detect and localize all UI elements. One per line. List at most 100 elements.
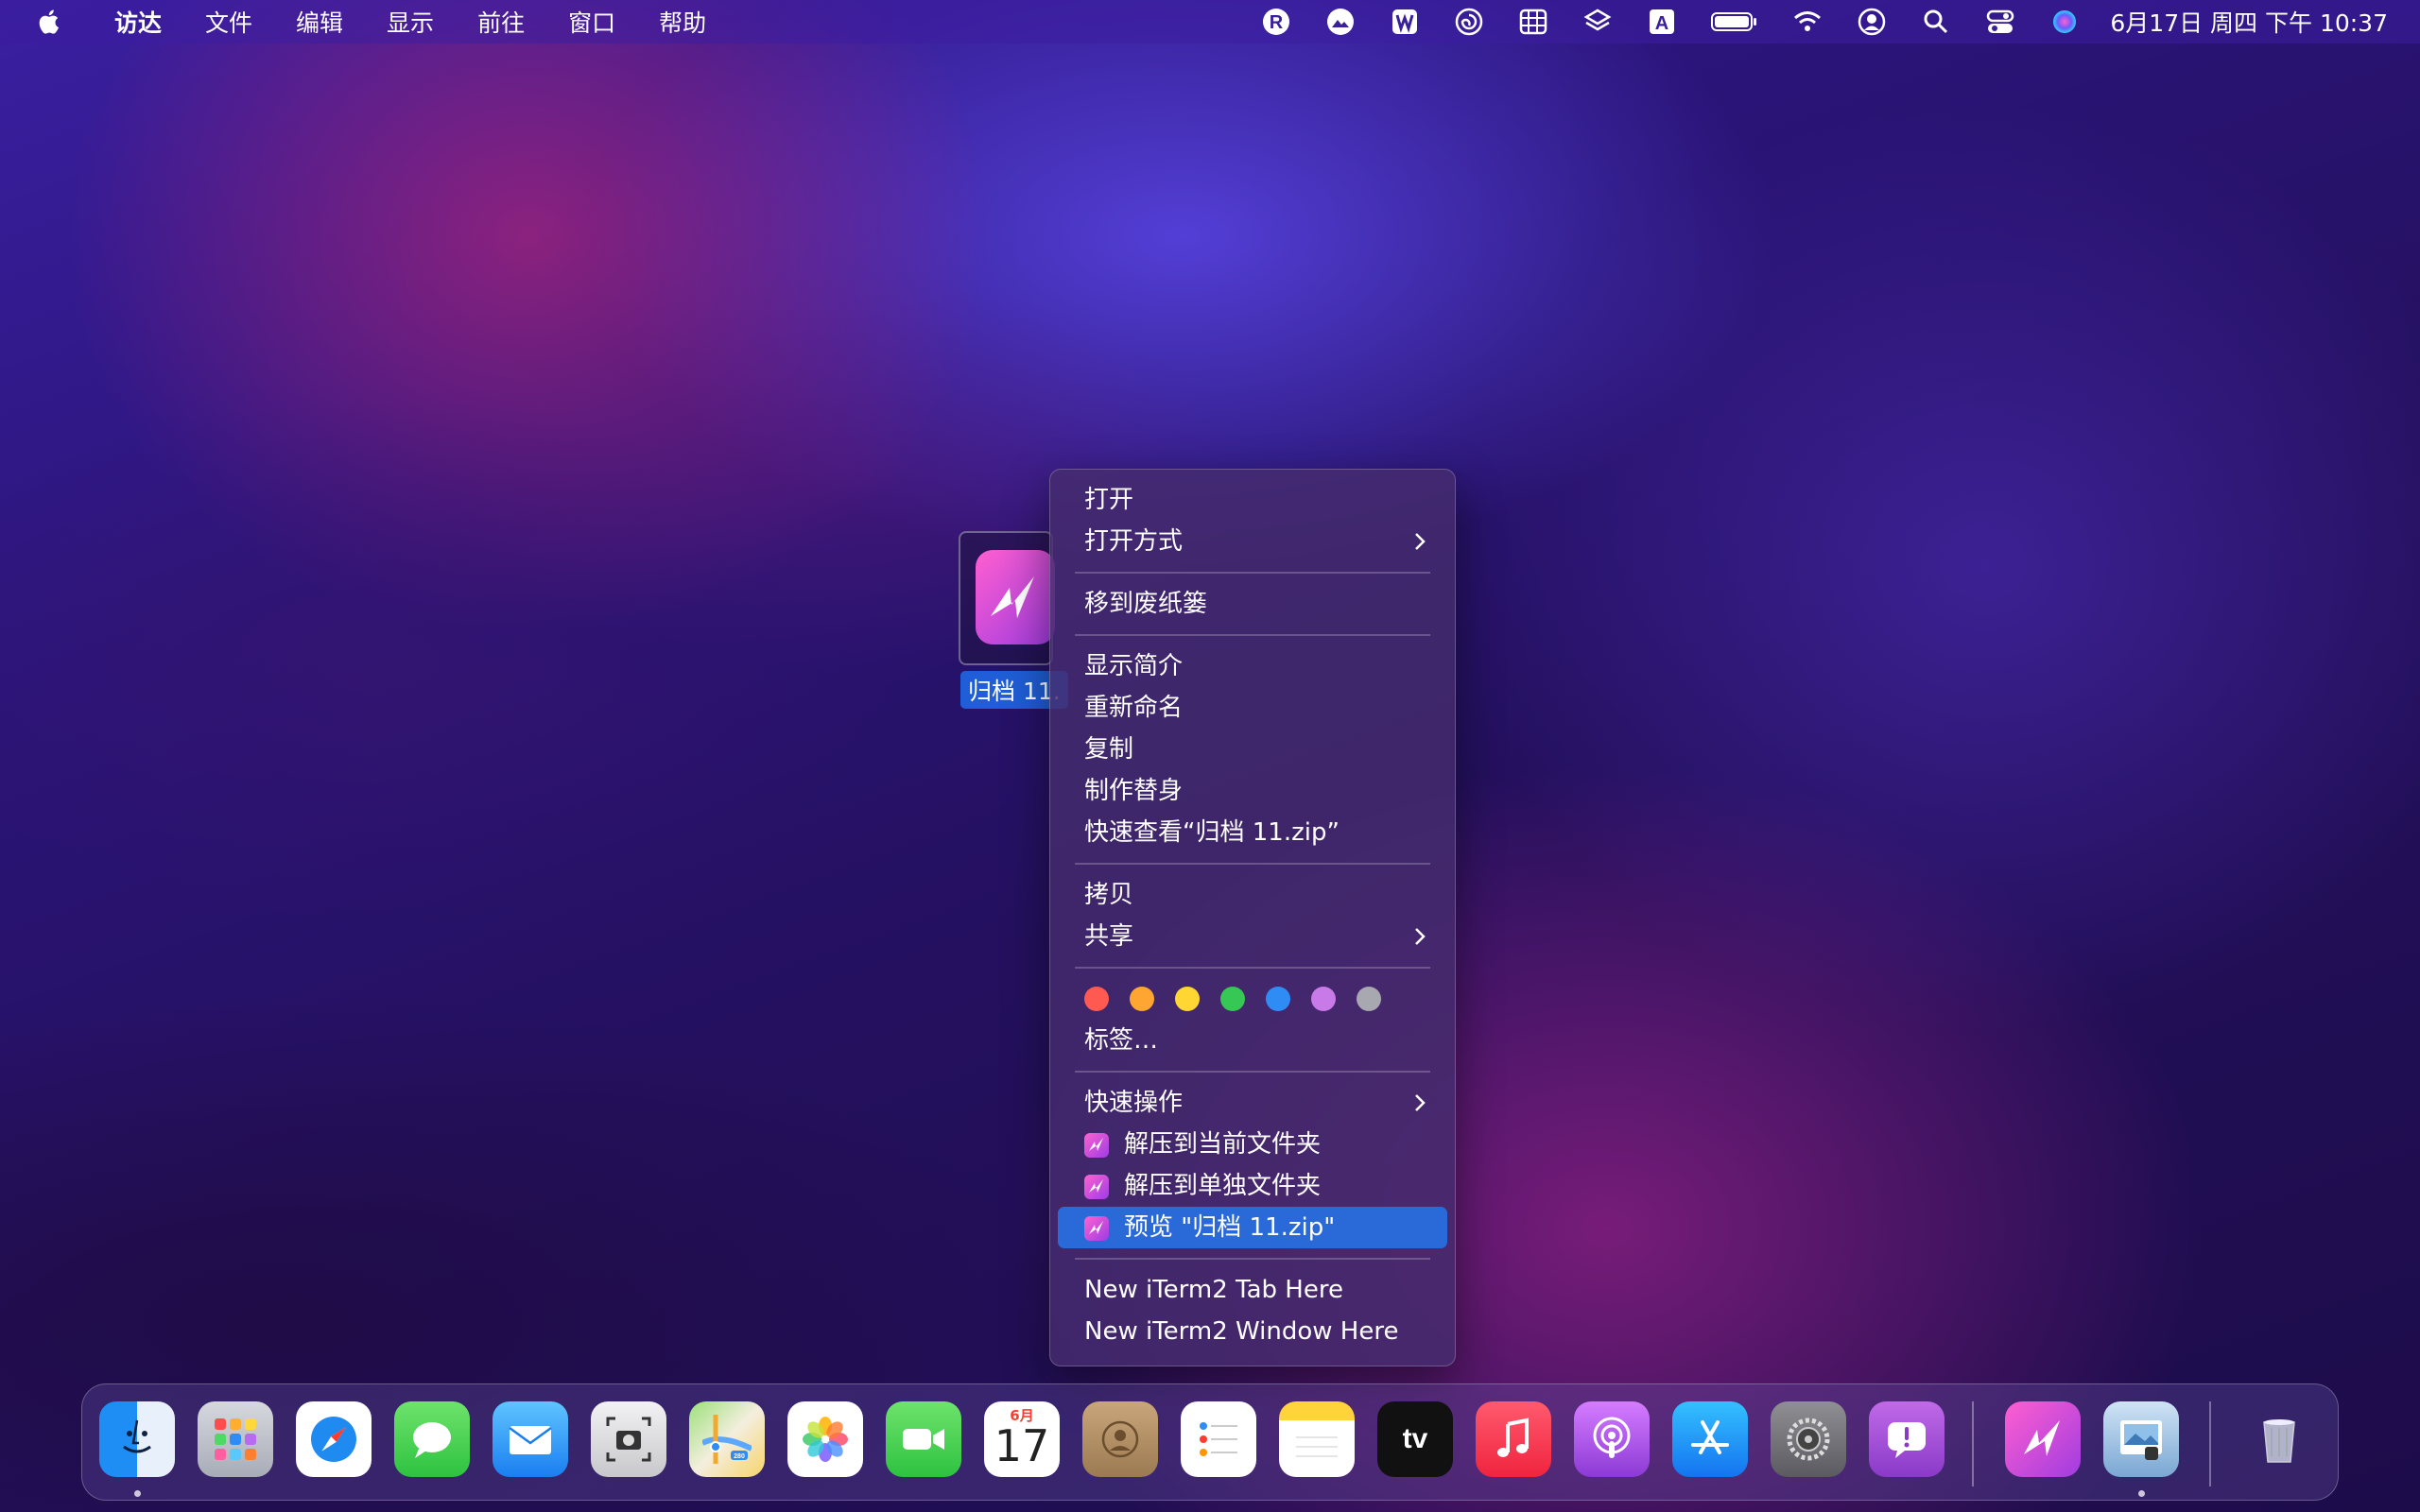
dock-apple-tv[interactable]: tv bbox=[1377, 1401, 1453, 1477]
dock-maps[interactable]: 280 bbox=[689, 1401, 765, 1477]
menu-item-open-with[interactable]: 打开方式 bbox=[1058, 521, 1447, 562]
archiver-icon bbox=[1084, 1216, 1109, 1241]
camera-icon bbox=[606, 1417, 651, 1462]
menu-item-copy[interactable]: 拷贝 bbox=[1058, 874, 1447, 916]
menu-item-label: 解压到当前文件夹 bbox=[1124, 1130, 1322, 1159]
tag-purple[interactable] bbox=[1311, 987, 1336, 1011]
running-indicator bbox=[134, 1490, 141, 1497]
menu-item-extract-separate[interactable]: 解压到单独文件夹 bbox=[1058, 1165, 1447, 1207]
running-indicator bbox=[2138, 1490, 2145, 1497]
dock-mail[interactable] bbox=[493, 1401, 568, 1477]
menu-edit[interactable]: 编辑 bbox=[274, 0, 365, 43]
dock-messages[interactable] bbox=[394, 1401, 470, 1477]
video-camera-icon bbox=[903, 1429, 944, 1450]
notepad-icon bbox=[1296, 1436, 1338, 1457]
tag-red[interactable] bbox=[1084, 987, 1109, 1011]
tag-gray[interactable] bbox=[1357, 987, 1381, 1011]
menu-item-duplicate[interactable]: 复制 bbox=[1058, 729, 1447, 770]
dock-notes[interactable] bbox=[1279, 1401, 1355, 1477]
menubar-clock[interactable]: 6月17日 周四 下午 10:37 bbox=[2110, 5, 2388, 39]
menu-item-extract-here[interactable]: 解压到当前文件夹 bbox=[1058, 1124, 1447, 1165]
dock-contacts[interactable] bbox=[1082, 1401, 1158, 1477]
dock-screenshot[interactable] bbox=[591, 1401, 666, 1477]
dock: 280 6月 17 tv bbox=[81, 1383, 2339, 1501]
checklist-icon bbox=[1200, 1422, 1237, 1456]
dock-trash[interactable] bbox=[2241, 1401, 2317, 1477]
control-center-icon[interactable] bbox=[1984, 6, 2016, 38]
menu-file[interactable]: 文件 bbox=[183, 0, 274, 43]
dock-facetime[interactable] bbox=[886, 1401, 961, 1477]
layers-icon[interactable] bbox=[1582, 6, 1614, 38]
menu-item-share[interactable]: 共享 bbox=[1058, 916, 1447, 957]
menu-app-finder[interactable]: 访达 bbox=[93, 0, 183, 43]
finder-face-icon bbox=[123, 1419, 151, 1453]
dock-calendar[interactable]: 6月 17 bbox=[984, 1401, 1060, 1477]
dock-photos[interactable] bbox=[787, 1401, 863, 1477]
context-menu: 打开 打开方式 移到废纸篓 显示简介 重新命名 复制 制作替身 快速查看“归档 … bbox=[1049, 469, 1456, 1366]
svg-text:R: R bbox=[1270, 12, 1284, 33]
menu-item-preview[interactable]: 预览 "归档 11.zip" bbox=[1058, 1207, 1447, 1248]
wifi-icon[interactable] bbox=[1791, 6, 1824, 38]
menu-separator bbox=[1075, 863, 1430, 865]
grid-icon[interactable] bbox=[1517, 6, 1549, 38]
dock-launchpad[interactable] bbox=[198, 1401, 273, 1477]
compass-icon bbox=[311, 1417, 356, 1462]
menu-item-tags[interactable]: 标签… bbox=[1058, 1020, 1447, 1061]
maps-badge-text: 280 bbox=[734, 1453, 745, 1460]
menu-item-move-to-trash[interactable]: 移到废纸篓 bbox=[1058, 583, 1447, 625]
menu-item-rename[interactable]: 重新命名 bbox=[1058, 687, 1447, 729]
dock-app-store[interactable] bbox=[1672, 1401, 1748, 1477]
siri-icon[interactable] bbox=[2048, 6, 2081, 38]
exclamation-bubble-icon bbox=[1888, 1422, 1926, 1458]
r-badge-icon[interactable]: R bbox=[1260, 6, 1292, 38]
search-icon[interactable] bbox=[1920, 6, 1952, 38]
battery-icon[interactable] bbox=[1710, 6, 1759, 38]
envelope-icon bbox=[509, 1426, 552, 1454]
menu-item-iterm-window[interactable]: New iTerm2 Window Here bbox=[1058, 1311, 1447, 1352]
menu-help[interactable]: 帮助 bbox=[637, 0, 728, 43]
dock-archiver[interactable] bbox=[2005, 1401, 2081, 1477]
dock-safari[interactable] bbox=[296, 1401, 372, 1477]
menu-separator bbox=[1075, 1071, 1430, 1073]
menu-item-quick-look[interactable]: 快速查看“归档 11.zip” bbox=[1058, 812, 1447, 853]
dock-music[interactable] bbox=[1476, 1401, 1551, 1477]
menu-item-open[interactable]: 打开 bbox=[1058, 479, 1447, 521]
menu-separator bbox=[1075, 634, 1430, 636]
podcast-icon bbox=[1593, 1417, 1631, 1458]
spiral-icon[interactable] bbox=[1453, 6, 1485, 38]
tag-green[interactable] bbox=[1220, 987, 1245, 1011]
dock-divider bbox=[1972, 1401, 1974, 1486]
menu-item-quick-actions[interactable]: 快速操作 bbox=[1058, 1082, 1447, 1124]
speech-bubble-icon bbox=[413, 1422, 451, 1458]
dock-finder[interactable] bbox=[99, 1401, 175, 1477]
menu-item-label: 预览 "归档 11.zip" bbox=[1124, 1213, 1336, 1242]
w-badge-icon[interactable] bbox=[1389, 6, 1421, 38]
tag-yellow[interactable] bbox=[1175, 987, 1200, 1011]
menu-view[interactable]: 显示 bbox=[365, 0, 456, 43]
user-icon[interactable] bbox=[1856, 6, 1888, 38]
tag-blue[interactable] bbox=[1266, 987, 1290, 1011]
desktop-file-archive[interactable]: 归档 11. bbox=[959, 531, 1068, 709]
apple-menu-icon[interactable] bbox=[36, 8, 64, 36]
dock-podcasts[interactable] bbox=[1574, 1401, 1650, 1477]
menu-go[interactable]: 前往 bbox=[456, 0, 546, 43]
dock-system-preferences[interactable] bbox=[1771, 1401, 1846, 1477]
launchpad-grid-icon bbox=[215, 1418, 256, 1460]
menu-item-make-alias[interactable]: 制作替身 bbox=[1058, 770, 1447, 812]
photo-cloud-icon[interactable] bbox=[1324, 6, 1357, 38]
menu-window[interactable]: 窗口 bbox=[546, 0, 637, 43]
menu-item-iterm-tab[interactable]: New iTerm2 Tab Here bbox=[1058, 1269, 1447, 1311]
dock-preview[interactable] bbox=[2103, 1401, 2179, 1477]
chevron-right-icon bbox=[1415, 533, 1426, 550]
contact-card-icon bbox=[1101, 1420, 1139, 1458]
menu-item-label: 解压到单独文件夹 bbox=[1124, 1172, 1322, 1200]
dock-feedback-assistant[interactable] bbox=[1869, 1401, 1945, 1477]
archiver-bolt-icon bbox=[2024, 1420, 2060, 1456]
trash-icon bbox=[2263, 1419, 2295, 1463]
menu-separator bbox=[1075, 572, 1430, 574]
dock-reminders[interactable] bbox=[1181, 1401, 1256, 1477]
input-source-a-icon[interactable]: A bbox=[1646, 6, 1678, 38]
menu-item-get-info[interactable]: 显示简介 bbox=[1058, 645, 1447, 687]
tag-orange[interactable] bbox=[1130, 987, 1154, 1011]
gear-icon bbox=[1787, 1418, 1830, 1461]
